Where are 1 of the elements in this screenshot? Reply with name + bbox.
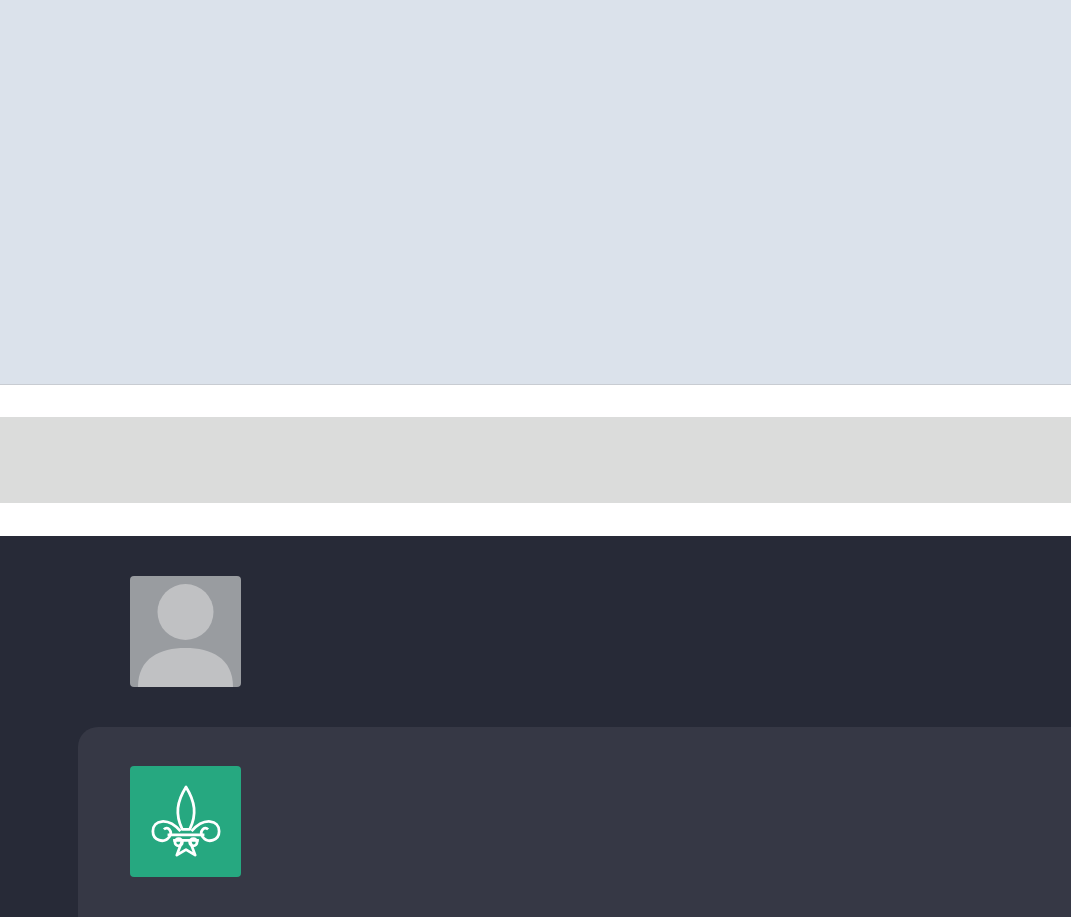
fleur-de-lis-logo-icon [130,766,241,877]
